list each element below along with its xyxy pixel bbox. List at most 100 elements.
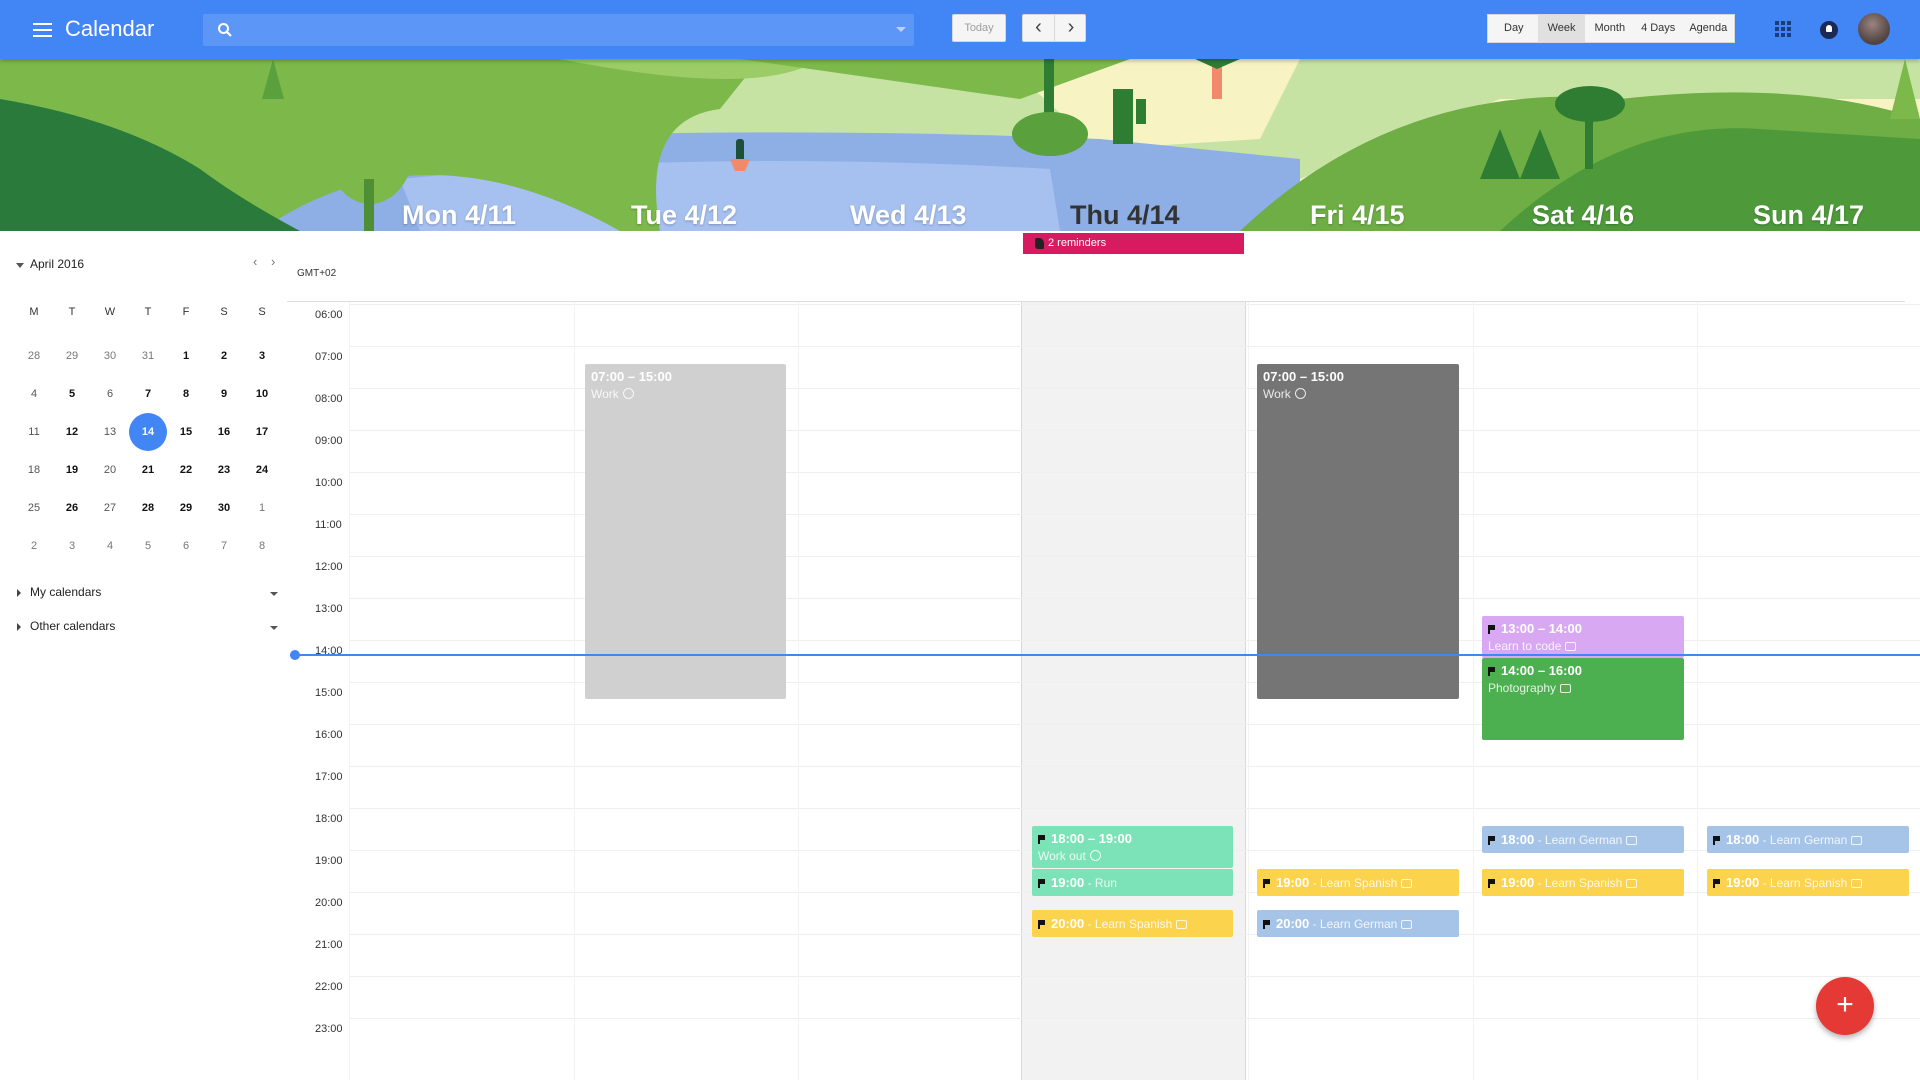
mini-calendar-day[interactable]: 29 [167, 489, 205, 527]
reminders-chip[interactable]: 2 reminders [1023, 233, 1244, 254]
mini-calendar-day[interactable]: 11 [15, 413, 53, 451]
event-tue-work[interactable]: 07:00 – 15:00 Work [585, 364, 786, 699]
today-button[interactable]: Today [952, 14, 1006, 42]
event-fri-learn-spanish[interactable]: 19:00 - Learn Spanish [1257, 869, 1459, 896]
hour-gridline [349, 304, 1920, 305]
my-calendars-toggle[interactable]: My calendars [30, 585, 101, 599]
mini-calendar-day[interactable]: 6 [91, 375, 129, 413]
day-header-sun[interactable]: Sun 4/17 [1753, 200, 1864, 231]
mini-calendar-day[interactable]: 4 [91, 527, 129, 565]
mini-calendar-day[interactable]: 19 [53, 451, 91, 489]
hamburger-icon[interactable] [30, 17, 56, 43]
mini-calendar-day[interactable]: 26 [53, 489, 91, 527]
day-header-wed[interactable]: Wed 4/13 [850, 200, 967, 231]
search-input[interactable] [247, 14, 887, 46]
mini-calendar-day[interactable]: 2 [15, 527, 53, 565]
mini-calendar-day[interactable]: 16 [205, 413, 243, 451]
mini-calendar-day[interactable]: 9 [205, 375, 243, 413]
event-sat-learn-german[interactable]: 18:00 - Learn German [1482, 826, 1684, 853]
mini-calendar-day[interactable]: 29 [53, 337, 91, 375]
flag-icon [1488, 667, 1496, 676]
hour-label: 16:00 [315, 729, 343, 741]
mini-calendar-day[interactable]: 1 [167, 337, 205, 375]
mini-calendar-day[interactable]: 6 [167, 527, 205, 565]
mini-calendar-day[interactable]: 3 [53, 527, 91, 565]
weekday-header: T [68, 306, 76, 318]
mini-calendar-day[interactable]: 27 [91, 489, 129, 527]
day-header-tue[interactable]: Tue 4/12 [631, 200, 737, 231]
view-agenda-button[interactable]: Agenda [1682, 15, 1734, 42]
create-event-button[interactable]: + [1816, 977, 1874, 1035]
event-title: - Learn German [1534, 833, 1623, 847]
mini-next-month-button[interactable]: › [271, 254, 275, 269]
mini-calendar-day[interactable]: 24 [243, 451, 281, 489]
mini-calendar-day[interactable]: 23 [205, 451, 243, 489]
day-header-fri[interactable]: Fri 4/15 [1310, 200, 1405, 231]
mini-calendar-day[interactable]: 7 [205, 527, 243, 565]
search-options-dropdown-icon[interactable] [896, 27, 906, 32]
mini-calendar-day[interactable]: 21 [129, 451, 167, 489]
mini-calendar-title[interactable]: April 2016 [30, 257, 84, 271]
event-sat-photography[interactable]: 14:00 – 16:00 Photography [1482, 658, 1684, 740]
mini-calendar-day[interactable]: 14 [129, 413, 167, 451]
weekday-header: F [182, 306, 190, 318]
apps-grid-icon[interactable] [1775, 21, 1792, 38]
event-thu-learn-spanish[interactable]: 20:00 - Learn Spanish [1032, 910, 1233, 937]
mini-calendar-day[interactable]: 25 [15, 489, 53, 527]
view-month-button[interactable]: Month [1585, 15, 1634, 42]
mini-calendar-day[interactable]: 1 [243, 489, 281, 527]
view-week-button[interactable]: Week [1537, 15, 1586, 42]
event-fri-learn-german[interactable]: 20:00 - Learn German [1257, 910, 1459, 937]
event-thu-work-out[interactable]: 18:00 – 19:00 Work out [1032, 826, 1233, 868]
mini-calendar-day[interactable]: 31 [129, 337, 167, 375]
collapse-caret-icon[interactable] [16, 263, 24, 268]
next-week-button[interactable]: › [1055, 15, 1087, 41]
mini-calendar-day[interactable]: 10 [243, 375, 281, 413]
mini-calendar-day[interactable]: 17 [243, 413, 281, 451]
bell-icon[interactable] [1820, 21, 1838, 39]
mini-calendar-day[interactable]: 4 [15, 375, 53, 413]
week-grid[interactable]: 07:00 – 15:00 Work 07:00 – 15:00 Work 13… [287, 302, 1920, 1080]
mini-calendar-day[interactable]: 12 [53, 413, 91, 451]
event-sat-learn-spanish[interactable]: 19:00 - Learn Spanish [1482, 869, 1684, 896]
mini-calendar-day[interactable]: 5 [53, 375, 91, 413]
world-icon [622, 388, 634, 399]
day-header-sat[interactable]: Sat 4/16 [1532, 200, 1634, 231]
day-header-thu[interactable]: Thu 4/14 [1070, 200, 1180, 231]
mini-calendar-day[interactable]: 8 [167, 375, 205, 413]
mini-prev-month-button[interactable]: ‹ [253, 254, 257, 269]
event-fri-work[interactable]: 07:00 – 15:00 Work [1257, 364, 1459, 699]
event-sun-learn-spanish[interactable]: 19:00 - Learn Spanish [1707, 869, 1909, 896]
mini-calendar-day[interactable]: 30 [205, 489, 243, 527]
avatar[interactable] [1858, 13, 1890, 45]
hour-label: 17:00 [315, 771, 343, 783]
expand-my-calendars-icon[interactable] [17, 589, 21, 597]
mini-calendar-day[interactable]: 15 [167, 413, 205, 451]
event-sun-learn-german[interactable]: 18:00 - Learn German [1707, 826, 1909, 853]
mini-calendar-day[interactable]: 28 [129, 489, 167, 527]
mini-calendar-day[interactable]: 18 [15, 451, 53, 489]
mini-calendar-day[interactable]: 30 [91, 337, 129, 375]
mini-calendar-day[interactable]: 7 [129, 375, 167, 413]
event-time: 18:00 – 19:00 [1051, 831, 1132, 846]
mini-calendar-day[interactable]: 3 [243, 337, 281, 375]
mini-calendar-day[interactable]: 20 [91, 451, 129, 489]
prev-week-button[interactable]: ‹ [1023, 15, 1055, 41]
search-box[interactable] [203, 14, 914, 46]
other-calendars-toggle[interactable]: Other calendars [30, 619, 115, 633]
other-calendars-menu-icon[interactable] [270, 626, 278, 630]
expand-other-calendars-icon[interactable] [17, 623, 21, 631]
view-day-button[interactable]: Day [1488, 15, 1538, 42]
mini-calendar-day[interactable]: 13 [91, 413, 129, 451]
mini-calendar-day[interactable]: 28 [15, 337, 53, 375]
view-4days-button[interactable]: 4 Days [1634, 15, 1682, 42]
mini-calendar-day[interactable]: 22 [167, 451, 205, 489]
mini-calendar-day[interactable]: 5 [129, 527, 167, 565]
event-sat-learn-to-code[interactable]: 13:00 – 14:00 Learn to code [1482, 616, 1684, 658]
my-calendars-menu-icon[interactable] [270, 592, 278, 596]
day-header-mon[interactable]: Mon 4/11 [402, 200, 516, 231]
flag-icon [1038, 835, 1046, 844]
mini-calendar-day[interactable]: 8 [243, 527, 281, 565]
mini-calendar-day[interactable]: 2 [205, 337, 243, 375]
event-thu-run[interactable]: 19:00 - Run [1032, 869, 1233, 896]
